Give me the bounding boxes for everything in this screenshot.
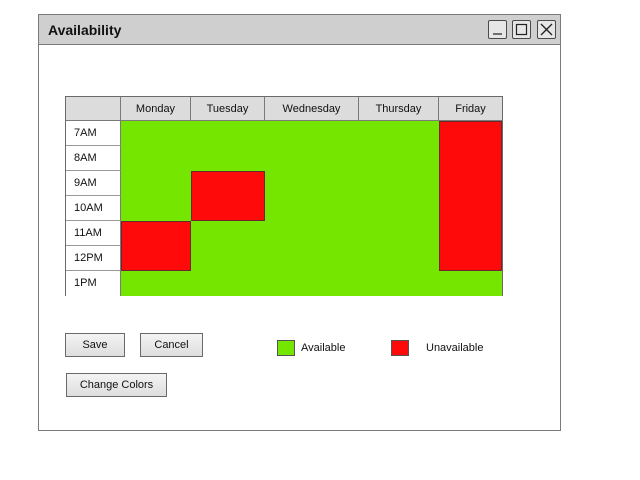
legend-available-label: Available (301, 342, 346, 354)
legend-available-swatch (277, 340, 295, 356)
slot-friday-1pm-available[interactable] (439, 271, 502, 296)
day-header-wednesday: Wednesday (265, 97, 359, 121)
window-title: Availability (48, 22, 122, 38)
close-button[interactable] (537, 20, 556, 39)
time-label-9am: 9AM (66, 171, 121, 196)
close-icon (540, 23, 553, 36)
title-bar[interactable]: Availability (39, 15, 560, 45)
cancel-button[interactable]: Cancel (140, 333, 203, 357)
minimize-button[interactable] (488, 20, 507, 39)
slot-monday-11am-unavailable[interactable] (121, 221, 191, 271)
maximize-button[interactable] (512, 20, 531, 39)
time-label-11am: 11AM (66, 221, 121, 246)
time-label-10am: 10AM (66, 196, 121, 221)
day-header-tuesday: Tuesday (191, 97, 265, 121)
slot-thursday-7am-available[interactable] (359, 121, 439, 296)
day-header-friday: Friday (439, 97, 502, 121)
legend-unavailable-swatch (391, 340, 409, 356)
day-header-monday: Monday (121, 97, 191, 121)
availability-grid[interactable]: Monday Tuesday Wednesday Thursday Friday 7AM 8… (65, 96, 503, 296)
save-button[interactable]: Save (65, 333, 125, 357)
grid-corner (66, 97, 121, 121)
slot-monday-1pm-available[interactable] (121, 271, 191, 296)
time-label-8am: 8AM (66, 146, 121, 171)
minimize-icon (493, 33, 502, 35)
time-label-12pm: 12PM (66, 246, 121, 271)
availability-window: Availability Monday Tuesday Wednesday Thurs… (38, 14, 561, 431)
slot-monday-7am-available[interactable] (121, 121, 191, 221)
slot-friday-7am-unavailable[interactable] (439, 121, 502, 271)
slot-tuesday-11am-available[interactable] (191, 221, 265, 296)
day-header-thursday: Thursday (359, 97, 439, 121)
slot-tuesday-9am-unavailable[interactable] (191, 171, 265, 221)
maximize-icon (515, 23, 528, 36)
slot-wednesday-7am-available[interactable] (265, 121, 359, 296)
time-label-1pm: 1PM (66, 271, 121, 296)
slot-tuesday-7am-available[interactable] (191, 121, 265, 171)
legend-unavailable-label: Unavailable (426, 342, 484, 354)
time-label-7am: 7AM (66, 121, 121, 146)
change-colors-button[interactable]: Change Colors (66, 373, 167, 397)
